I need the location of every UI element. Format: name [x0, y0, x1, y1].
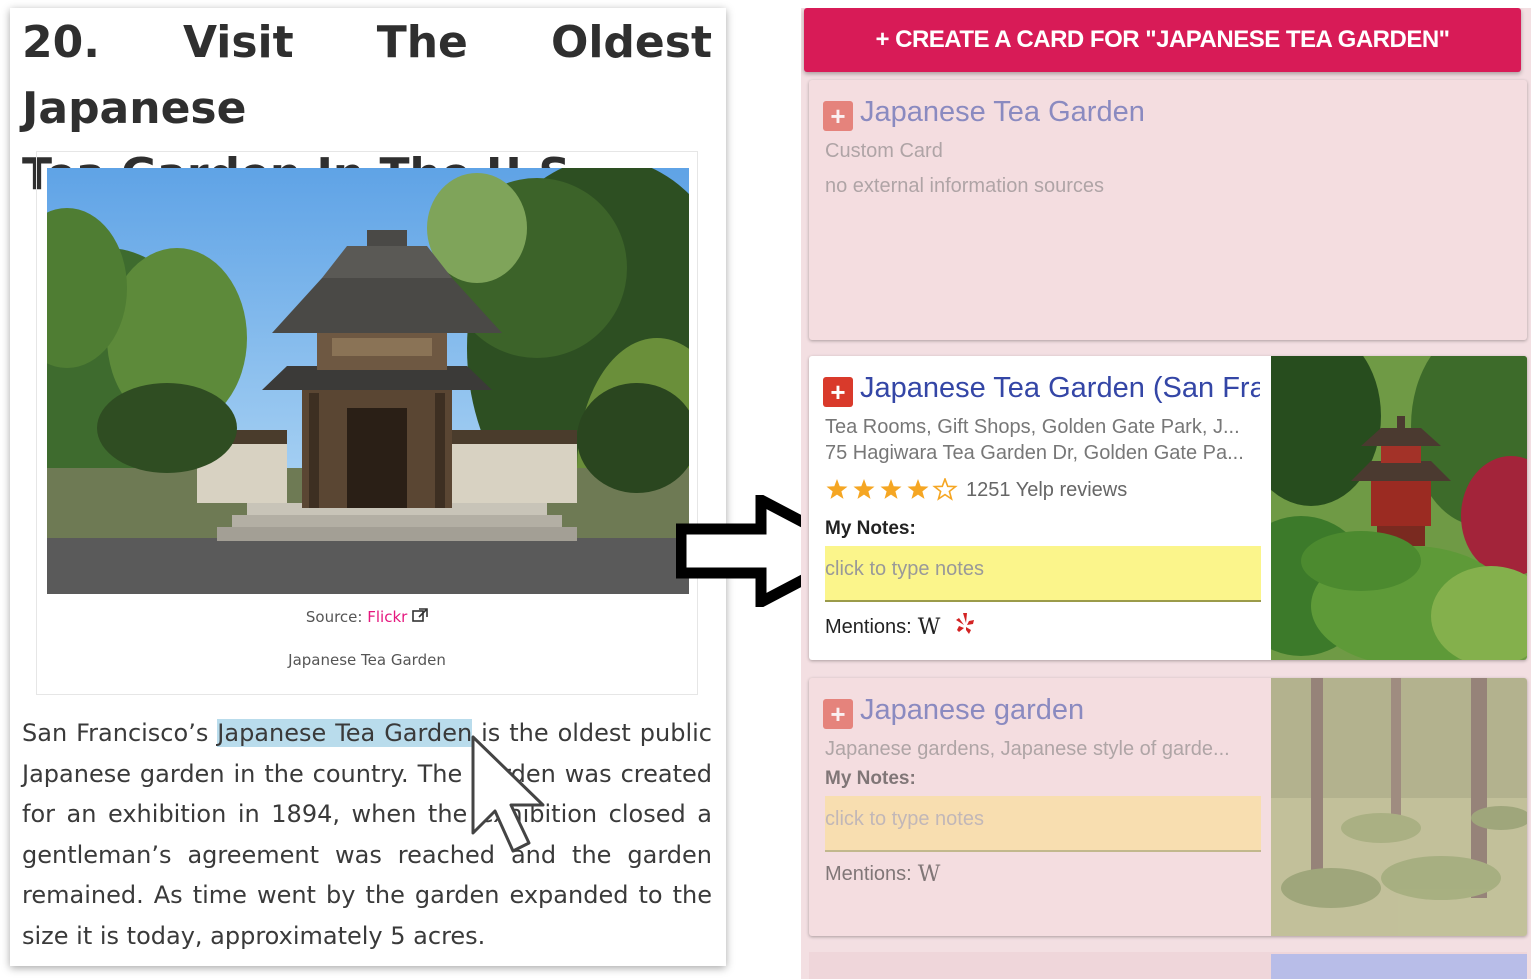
notes-input[interactable]: click to type notes — [825, 796, 1261, 852]
review-count: 1251 Yelp reviews — [966, 478, 1128, 501]
notes-input[interactable]: click to type notes — [825, 546, 1261, 602]
mentions-label: Mentions: — [825, 863, 912, 885]
card-description: Japanese gardens, Japanese style of gard… — [825, 738, 1230, 760]
article-body: San Francisco’s Japanese Tea Garden is t… — [22, 713, 712, 957]
mentions-row: Mentions: W — [825, 612, 976, 642]
card-custom[interactable]: + Japanese Tea Garden Custom Card no ext… — [809, 80, 1527, 340]
create-card-button[interactable]: + CREATE A CARD FOR "JAPANESE TEA GARDEN… — [804, 8, 1521, 72]
wikipedia-icon[interactable]: W — [918, 862, 941, 887]
body-text-post: is the oldest public Japanese garden in … — [22, 719, 712, 950]
photo-source: Source: Flickr — [37, 608, 697, 626]
japanese-garden-thumbnail — [1271, 678, 1527, 936]
add-card-icon[interactable]: + — [823, 377, 853, 407]
article-panel: 20. Visit The Oldest Japanese Tea Garden… — [10, 8, 726, 966]
japanese-tea-garden-photo — [47, 168, 689, 594]
mentions-row: Mentions: W — [825, 862, 940, 887]
card-type: Custom Card — [825, 140, 943, 162]
card-partial — [809, 952, 1527, 979]
photo-caption: Japanese Tea Garden — [288, 651, 446, 669]
add-card-icon[interactable]: + — [823, 101, 853, 131]
flickr-link[interactable]: Flickr — [367, 608, 407, 626]
card-source-info: no external information sources — [825, 175, 1105, 197]
star-icon — [853, 479, 875, 499]
star-icon — [826, 479, 848, 499]
star-icon — [932, 478, 958, 501]
star-icon — [880, 479, 902, 499]
notes-label: My Notes: — [825, 518, 916, 539]
mouse-cursor-icon — [471, 735, 545, 853]
card-wikipedia[interactable]: + Japanese garden Japanese gardens, Japa… — [809, 678, 1527, 936]
card-title[interactable]: Japanese Tea Garden (San Francisco) — [860, 372, 1260, 405]
card-address: 75 Hagiwara Tea Garden Dr, Golden Gate P… — [825, 442, 1244, 464]
wikipedia-icon[interactable]: W — [918, 615, 941, 640]
highlighted-selection[interactable]: Japanese Tea Garden — [217, 719, 473, 747]
mentions-label: Mentions: — [825, 615, 912, 638]
card-categories: Tea Rooms, Gift Shops, Golden Gate Park,… — [825, 416, 1240, 438]
article-figure: Source: Flickr Japanese Tea Garden — [36, 151, 698, 695]
star-icon — [907, 479, 929, 499]
tea-garden-thumbnail — [1271, 356, 1527, 660]
star-rating — [825, 478, 960, 502]
notes-label: My Notes: — [825, 768, 916, 789]
source-label: Source: — [305, 608, 368, 626]
body-text-pre: San Francisco’s — [22, 719, 218, 747]
card-title[interactable]: Japanese garden — [860, 694, 1260, 727]
card-title[interactable]: Japanese Tea Garden — [860, 96, 1500, 129]
article-title-line-1: 20. Visit The Oldest Japanese — [22, 17, 712, 134]
card-yelp[interactable]: + Japanese Tea Garden (San Francisco) Te… — [809, 356, 1527, 660]
partial-thumbnail — [1271, 954, 1527, 979]
rating-row: 1251 Yelp reviews — [825, 478, 1127, 502]
external-link-icon[interactable] — [412, 608, 428, 626]
card-panel: + CREATE A CARD FOR "JAPANESE TEA GARDEN… — [801, 8, 1531, 979]
yelp-icon[interactable] — [954, 612, 976, 642]
add-card-icon[interactable]: + — [823, 699, 853, 729]
